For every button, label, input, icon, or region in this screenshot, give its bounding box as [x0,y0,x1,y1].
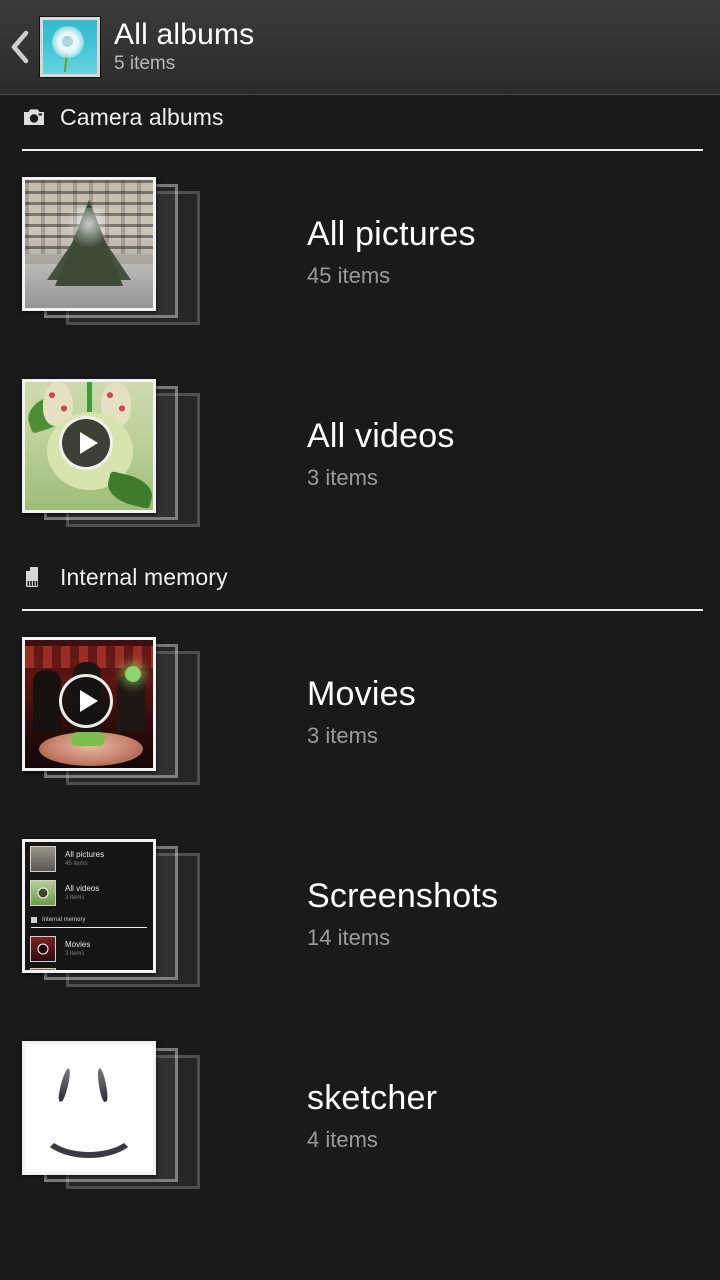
stack-card-front: All pictures 45 items All videos 3 items [22,839,156,973]
play-icon[interactable] [59,416,113,470]
album-row-all-pictures[interactable]: All pictures 45 items [0,151,720,353]
album-title: Screenshots [307,877,499,915]
section-label-camera: Camera albums [60,104,224,130]
nested-thumb [30,880,56,906]
album-meta-all-pictures: All pictures 45 items [307,214,476,290]
nested-title: All videos [65,884,100,893]
section-header-camera: Camera albums [0,95,720,139]
play-icon[interactable] [59,674,113,728]
album-row-movies[interactable]: Movies 3 items [0,611,720,813]
camera-icon [22,106,46,128]
thumbnail-stack-all-videos[interactable] [22,379,262,529]
thumbnail-stack-all-pictures[interactable] [22,177,262,327]
section-header-internal: Internal memory [0,555,720,599]
section-internal-memory: Internal memory Movies 3 items All pictu… [0,555,720,1217]
nested-gallery-screenshot: All pictures 45 items All videos 3 items [25,842,153,970]
section-camera-albums: Camera albums All pictures 45 items All … [0,95,720,555]
album-title: All videos [307,417,455,455]
stack-card-front [22,1041,156,1175]
album-title: All pictures [307,215,476,253]
album-meta-all-videos: All videos 3 items [307,416,455,492]
dandelion-album-icon[interactable] [40,17,100,77]
page-title: All albums [114,18,255,51]
album-count: 4 items [307,1127,378,1152]
nested-count: 3 items [65,951,85,957]
thumbnail-stack-sketcher[interactable] [22,1041,262,1191]
nested-section-label: Internal memory [42,917,86,923]
album-title: Movies [307,675,416,713]
nested-row-all-videos: All videos 3 items [25,876,153,910]
snow-tree-photo [25,180,153,308]
album-meta-movies: Movies 3 items [307,674,416,750]
nested-title: All pictures [65,850,105,859]
album-count: 45 items [307,263,391,288]
nested-row-all-pictures: All pictures 45 items [25,842,153,876]
header-text-group: All albums 5 items [114,18,254,76]
stack-card-front [22,177,156,311]
back-button[interactable] [0,0,40,95]
page-subtitle: 5 items [114,53,176,74]
thumbnail-stack-movies[interactable] [22,637,262,787]
smiley-sketch [25,1044,153,1172]
nested-count: 3 items [65,895,85,901]
nested-thumb [30,968,56,970]
nested-title: Movies [65,940,91,949]
section-label-internal: Internal memory [60,564,228,590]
play-icon [37,887,49,899]
album-row-sketcher[interactable]: sketcher 4 items [0,1015,720,1217]
sd-card-icon [31,917,37,923]
album-count: 14 items [307,925,391,950]
play-icon [37,943,49,955]
album-meta-sketcher: sketcher 4 items [307,1078,437,1154]
dandelion-head [52,26,84,58]
nested-row-screenshots: Screenshots [25,964,153,970]
album-title: sketcher [307,1079,438,1117]
nested-row-movies: Movies 3 items [25,932,153,966]
nested-section-header: Internal memory [25,912,153,928]
nested-divider [31,927,147,928]
sd-card-icon [22,566,46,588]
app-header: All albums 5 items [0,0,720,95]
album-row-all-videos[interactable]: All videos 3 items [0,353,720,555]
nested-thumb [30,936,56,962]
album-count: 3 items [307,723,378,748]
album-row-screenshots[interactable]: All pictures 45 items All videos 3 items [0,813,720,1015]
chevron-left-icon [11,30,29,64]
nested-thumb [30,846,56,872]
album-count: 3 items [307,465,378,490]
thumbnail-stack-screenshots[interactable]: All pictures 45 items All videos 3 items [22,839,262,989]
album-meta-screenshots: Screenshots 14 items [307,876,498,952]
nested-count: 45 items [65,861,88,867]
